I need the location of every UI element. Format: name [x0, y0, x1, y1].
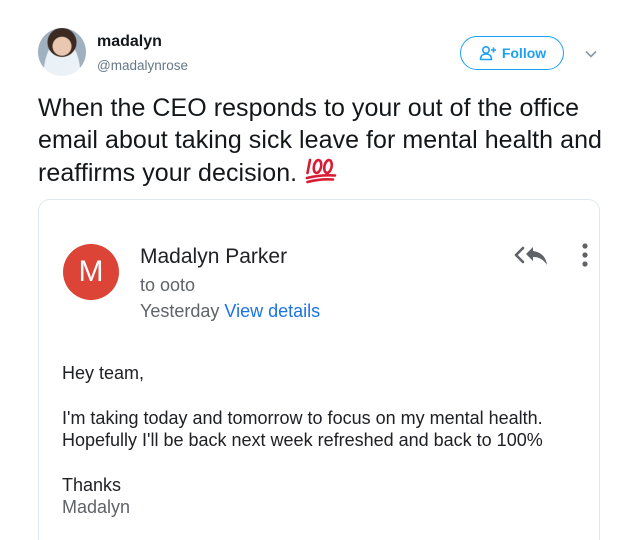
email-body-line: Hopefully I'll be back next week refresh…: [62, 430, 543, 450]
email-greeting: Hey team,: [62, 363, 145, 383]
date-line: Yesterday View details: [140, 301, 320, 322]
more-vert-icon[interactable]: [580, 241, 590, 269]
chevron-down-icon[interactable]: [584, 46, 598, 58]
email-signoff-name: Madalyn: [62, 497, 131, 517]
recipient-line: to ooto: [140, 275, 196, 295]
avatar[interactable]: [38, 28, 86, 76]
email-body-line: I'm taking today and tomorrow to focus o…: [62, 407, 543, 428]
sender-name: Madalyn Parker: [140, 245, 288, 268]
email-date: Yesterday: [140, 301, 220, 321]
view-details-link[interactable]: View details: [224, 301, 320, 321]
follow-button[interactable]: Follow: [460, 36, 564, 70]
hundred-points-emoji: [304, 156, 338, 184]
email-paragraph: I'm taking today and tomorrow to focus o…: [62, 407, 592, 452]
follow-user-icon: [478, 45, 498, 61]
email-screenshot-card[interactable]: M Madalyn Parker to ooto Yesterday View …: [38, 199, 600, 540]
author-handle[interactable]: @madalynrose: [97, 58, 188, 73]
sender-avatar: M: [63, 244, 119, 300]
author-name[interactable]: madalyn: [97, 33, 162, 51]
follow-label: Follow: [501, 45, 547, 61]
email-signoff: Thanks: [62, 474, 122, 495]
reply-all-icon[interactable]: [513, 244, 551, 268]
tweet-header: madalyn @madalynrose Follow: [38, 28, 608, 78]
tweet-text: When the CEO responds to your out of the…: [38, 93, 608, 190]
email-body: Hey team, I'm taking today and tomorrow …: [62, 362, 592, 519]
